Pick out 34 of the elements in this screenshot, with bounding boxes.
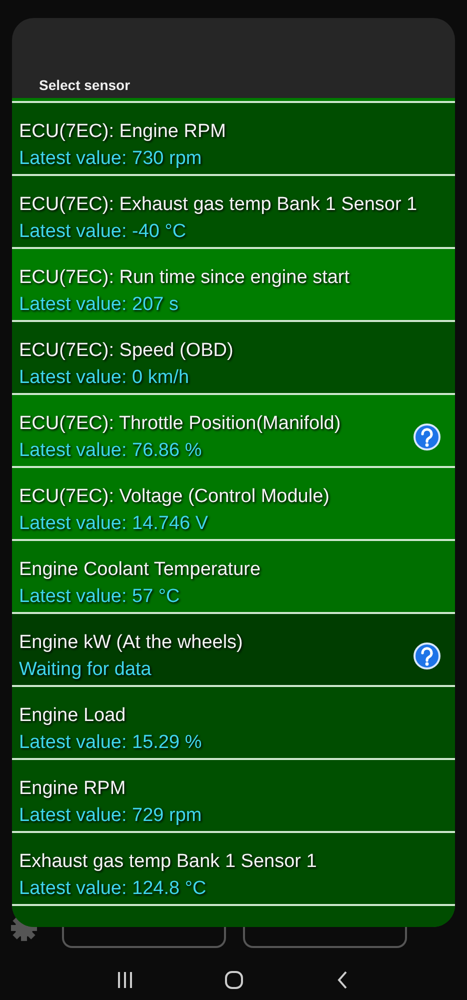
sensor-row[interactable]: ECU(7EC): Exhaust gas temp Bank 1 Sensor 1 Latest value: -40 °C	[12, 176, 455, 247]
sensor-name: Engine Coolant Temperature	[19, 558, 262, 582]
home-icon[interactable]	[222, 969, 244, 991]
sensor-value: Latest value: 124.8 °C	[19, 876, 208, 900]
sensor-value: Latest value: 207 s	[19, 292, 180, 316]
sensor-value: Latest value: 729 rpm	[19, 804, 203, 828]
sensor-name: Engine RPM	[19, 776, 127, 800]
sensor-value: Latest value: 0 km/h	[19, 366, 190, 390]
help-icon[interactable]	[413, 642, 441, 670]
sensor-row[interactable]: Engine Coolant Temperature Latest value: 57 °C	[12, 541, 455, 612]
sensor-value: Latest value: 57 °C	[19, 584, 181, 608]
sensor-value: Latest value: -40 °C	[19, 220, 188, 244]
sensor-row[interactable]: Exhaust gas temp Bank 1 Sensor 1 Latest value: 124.8 °C	[12, 833, 455, 904]
sensor-row[interactable]: Engine Load Latest value: 15.29 %	[12, 687, 455, 758]
sensor-name: ECU(7EC): Engine RPM	[19, 120, 227, 144]
sensor-row[interactable]: ECU(7EC): Speed (OBD) Latest value: 0 km/h	[12, 322, 455, 393]
sensor-value: Latest value: 14.746 V	[19, 512, 210, 536]
dialog-title: Select sensor	[39, 77, 130, 93]
sensor-name: ECU(7EC): Exhaust gas temp Bank 1 Sensor 1	[19, 192, 418, 216]
sensor-row[interactable]: ECU(7EC): Engine RPM Latest value: 730 rpm	[12, 103, 455, 174]
sensor-name: ECU(7EC): Run time since engine start	[19, 266, 351, 290]
sensor-name: ECU(7EC): Voltage (Control Module)	[19, 484, 330, 508]
sensor-row[interactable]: Engine RPM Latest value: 729 rpm	[12, 760, 455, 831]
sensor-name: Engine Load	[19, 704, 127, 728]
sensor-name: Engine kW (At the wheels)	[19, 630, 244, 654]
sensor-name: Exhaust gas temp Bank 1 Sensor 1	[19, 850, 318, 874]
sensor-name: ECU(7EC): Speed (OBD)	[19, 338, 234, 362]
sensor-value: Latest value: 730 rpm	[19, 146, 203, 170]
sensor-value: Latest value: 76.86 %	[19, 438, 203, 462]
sensor-value: Latest value: 15.29 %	[19, 730, 203, 754]
sensor-row[interactable]: Engine kW (At the wheels) Waiting for data	[12, 614, 455, 685]
sensor-value: Waiting for data	[19, 658, 152, 682]
sensor-name: ECU(7EC): Throttle Position(Manifold)	[19, 412, 342, 436]
help-icon[interactable]	[413, 422, 441, 450]
